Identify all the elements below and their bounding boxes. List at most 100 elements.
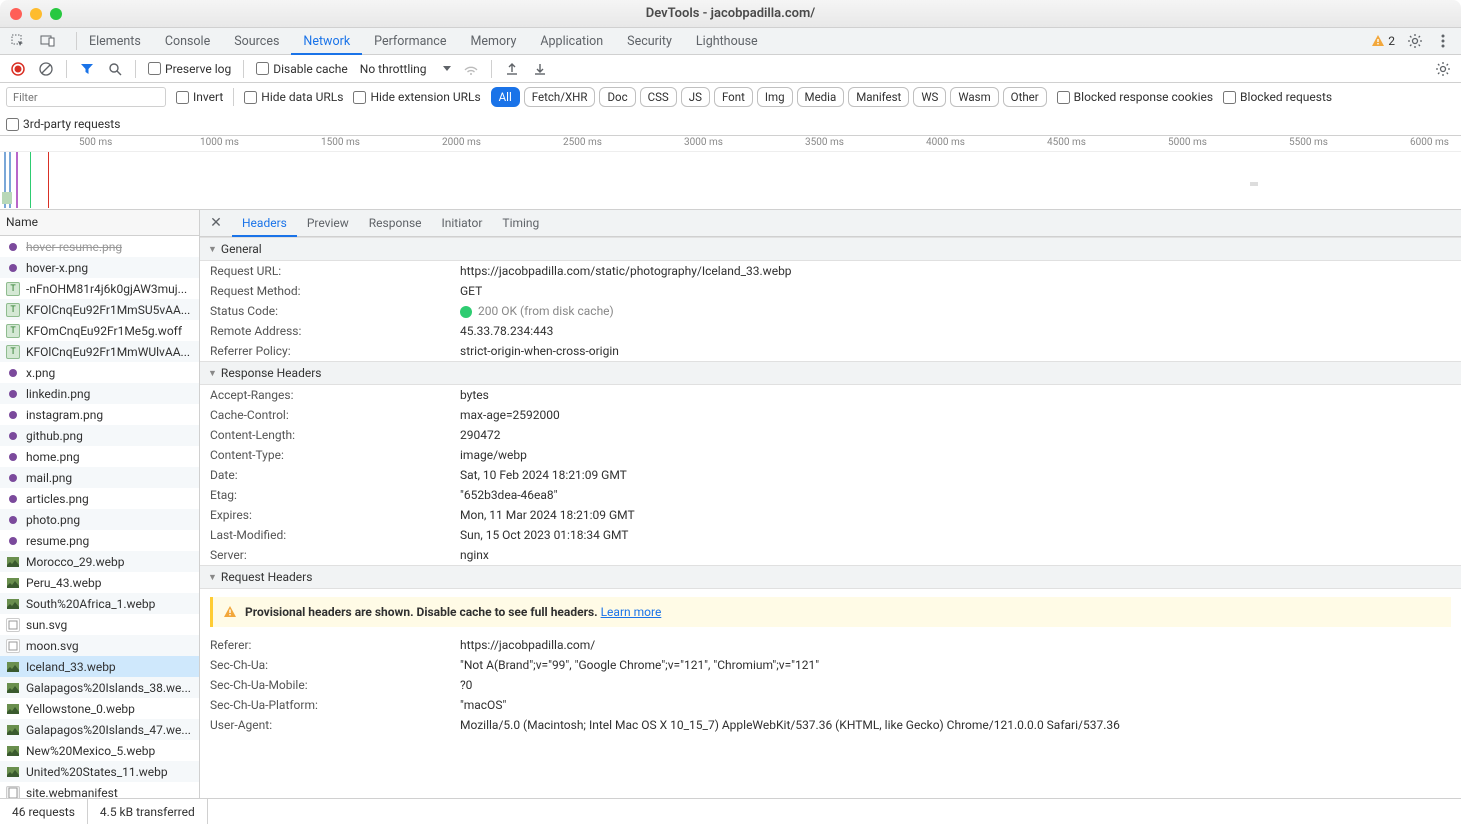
network-settings-icon[interactable] xyxy=(1435,61,1451,77)
blocked-requests-checkbox[interactable]: Blocked requests xyxy=(1223,90,1332,104)
file-type-icon xyxy=(6,450,20,464)
file-type-icon xyxy=(6,702,20,716)
filter-funnel-icon[interactable] xyxy=(79,61,95,77)
tab-elements[interactable]: Elements xyxy=(77,28,153,55)
throttling-select[interactable]: No throttling xyxy=(360,62,452,76)
request-row[interactable]: TKFOlCnqEu92Fr1MmWUlvAA... xyxy=(0,341,199,362)
file-type-icon xyxy=(6,576,20,590)
disable-cache-checkbox[interactable]: Disable cache xyxy=(256,62,348,76)
filter-input[interactable] xyxy=(6,87,166,107)
tab-security[interactable]: Security xyxy=(615,28,684,55)
filter-type-js[interactable]: JS xyxy=(681,87,710,107)
detail-tab-response[interactable]: Response xyxy=(359,210,432,237)
header-row: Date:Sat, 10 Feb 2024 18:21:09 GMT xyxy=(200,465,1461,485)
tab-application[interactable]: Application xyxy=(528,28,615,55)
header-value: nginx xyxy=(460,548,1451,562)
main-tabbar: ElementsConsoleSourcesNetworkPerformance… xyxy=(0,28,1461,55)
tab-performance[interactable]: Performance xyxy=(362,28,458,55)
request-row[interactable]: moon.svg xyxy=(0,635,199,656)
timeline-tick: 2000 ms xyxy=(442,137,484,148)
request-row[interactable]: home.png xyxy=(0,446,199,467)
detail-tab-headers[interactable]: Headers xyxy=(232,210,297,237)
request-name: instagram.png xyxy=(26,408,103,422)
tab-memory[interactable]: Memory xyxy=(458,28,528,55)
section-header[interactable]: ▼ General xyxy=(200,237,1461,261)
header-key: Remote Address: xyxy=(210,324,460,338)
request-row[interactable]: TKFOmCnqEu92Fr1Me5g.woff xyxy=(0,320,199,341)
filter-type-media[interactable]: Media xyxy=(797,87,845,107)
request-row[interactable]: sun.svg xyxy=(0,614,199,635)
warnings-badge[interactable]: 2 xyxy=(1371,34,1395,48)
request-row[interactable]: Peru_43.webp xyxy=(0,572,199,593)
request-row[interactable]: TKFOlCnqEu92Fr1MmSU5vAA... xyxy=(0,299,199,320)
request-row[interactable]: x.png xyxy=(0,362,199,383)
tab-network[interactable]: Network xyxy=(291,28,362,55)
request-row[interactable]: hover-resume.png xyxy=(0,236,199,257)
filter-type-font[interactable]: Font xyxy=(714,87,753,107)
request-row[interactable]: Iceland_33.webp xyxy=(0,656,199,677)
blocked-cookies-checkbox[interactable]: Blocked response cookies xyxy=(1057,90,1213,104)
tab-lighthouse[interactable]: Lighthouse xyxy=(684,28,770,55)
filter-type-doc[interactable]: Doc xyxy=(599,87,635,107)
hide-extension-urls-checkbox[interactable]: Hide extension URLs xyxy=(353,90,480,104)
third-party-checkbox[interactable]: 3rd-party requests xyxy=(6,117,120,131)
request-row[interactable]: South%20Africa_1.webp xyxy=(0,593,199,614)
request-name: moon.svg xyxy=(26,639,79,653)
export-har-icon[interactable] xyxy=(532,61,548,77)
filter-type-fetchxhr[interactable]: Fetch/XHR xyxy=(524,87,596,107)
request-row[interactable]: articles.png xyxy=(0,488,199,509)
section-header[interactable]: ▼ Request Headers xyxy=(200,565,1461,589)
filter-type-img[interactable]: Img xyxy=(757,87,793,107)
invert-checkbox[interactable]: Invert xyxy=(176,90,223,104)
request-row[interactable]: Morocco_29.webp xyxy=(0,551,199,572)
filter-type-ws[interactable]: WS xyxy=(913,87,946,107)
file-type-icon: T xyxy=(6,324,20,338)
learn-more-link[interactable]: Learn more xyxy=(601,605,662,619)
close-detail-icon[interactable]: ✕ xyxy=(206,215,226,231)
tab-sources[interactable]: Sources xyxy=(222,28,291,55)
inspect-element-icon[interactable] xyxy=(10,33,26,49)
request-row[interactable]: T-nFnOHM81r4j6k0gjAW3muj... xyxy=(0,278,199,299)
request-row[interactable]: linkedin.png xyxy=(0,383,199,404)
request-row[interactable]: photo.png xyxy=(0,509,199,530)
detail-tab-timing[interactable]: Timing xyxy=(492,210,549,237)
record-button[interactable] xyxy=(10,61,26,77)
search-icon[interactable] xyxy=(107,61,123,77)
preserve-log-checkbox[interactable]: Preserve log xyxy=(148,62,231,76)
detail-tab-initiator[interactable]: Initiator xyxy=(432,210,493,237)
filter-type-other[interactable]: Other xyxy=(1003,87,1047,107)
settings-gear-icon[interactable] xyxy=(1407,33,1423,49)
filter-type-all[interactable]: All xyxy=(491,87,520,107)
filter-type-wasm[interactable]: Wasm xyxy=(950,87,998,107)
section-header[interactable]: ▼ Response Headers xyxy=(200,361,1461,385)
hide-data-urls-checkbox[interactable]: Hide data URLs xyxy=(244,90,343,104)
request-row[interactable]: site.webmanifest xyxy=(0,782,199,798)
request-row[interactable]: Galapagos%20Islands_47.we... xyxy=(0,719,199,740)
maximize-window-button[interactable] xyxy=(50,8,62,20)
more-menu-icon[interactable] xyxy=(1435,33,1451,49)
import-har-icon[interactable] xyxy=(504,61,520,77)
request-row[interactable]: resume.png xyxy=(0,530,199,551)
name-column-header[interactable]: Name xyxy=(0,210,199,236)
request-row[interactable]: mail.png xyxy=(0,467,199,488)
request-row[interactable]: instagram.png xyxy=(0,404,199,425)
detail-tab-preview[interactable]: Preview xyxy=(297,210,359,237)
request-row[interactable]: hover-x.png xyxy=(0,257,199,278)
file-type-icon xyxy=(6,786,20,799)
request-row[interactable]: github.png xyxy=(0,425,199,446)
request-row[interactable]: Yellowstone_0.webp xyxy=(0,698,199,719)
timeline-overview[interactable]: 500 ms1000 ms1500 ms2000 ms2500 ms3000 m… xyxy=(0,136,1461,210)
minimize-window-button[interactable] xyxy=(30,8,42,20)
filter-type-manifest[interactable]: Manifest xyxy=(848,87,909,107)
filter-type-css[interactable]: CSS xyxy=(640,87,677,107)
clear-button[interactable] xyxy=(38,61,54,77)
request-row[interactable]: Galapagos%20Islands_38.we... xyxy=(0,677,199,698)
header-value: strict-origin-when-cross-origin xyxy=(460,344,1451,358)
network-conditions-icon[interactable] xyxy=(463,61,479,77)
file-type-icon xyxy=(6,660,20,674)
close-window-button[interactable] xyxy=(10,8,22,20)
tab-console[interactable]: Console xyxy=(153,28,222,55)
request-row[interactable]: United%20States_11.webp xyxy=(0,761,199,782)
request-row[interactable]: New%20Mexico_5.webp xyxy=(0,740,199,761)
device-toolbar-icon[interactable] xyxy=(40,33,56,49)
